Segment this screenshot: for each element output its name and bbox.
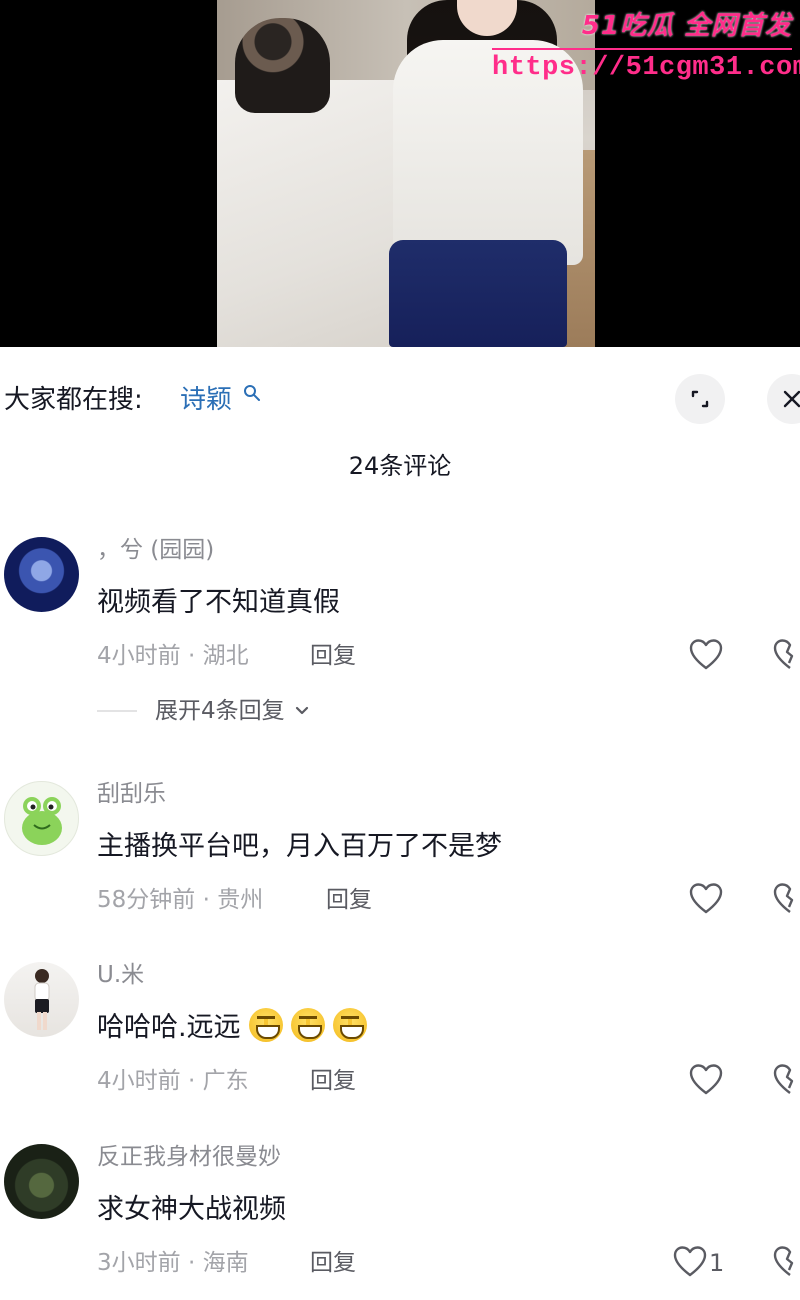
avatar[interactable] <box>4 537 79 612</box>
reply-button[interactable]: 回复 <box>310 1064 356 1098</box>
avatar[interactable] <box>4 1144 79 1219</box>
comment-text: 视频看了不知道真假 <box>97 587 340 618</box>
broken-heart-icon[interactable] <box>772 1244 800 1280</box>
search-suggestion-link[interactable]: 诗颖 <box>180 382 232 418</box>
comment-item: ，兮 (园园) 视频看了不知道真假 4小时前 · 湖北 回复 <box>0 537 800 687</box>
avatar[interactable] <box>4 781 79 856</box>
watermark: 51吃瓜 全网首发 https://51cgm31.com <box>492 4 800 94</box>
video-player[interactable]: 51吃瓜 全网首发 https://51cgm31.com <box>0 0 800 347</box>
broken-heart-icon[interactable] <box>772 881 800 917</box>
search-icon[interactable] <box>243 384 261 402</box>
reply-button[interactable]: 回复 <box>310 1246 356 1280</box>
watermark-brand: 51吃瓜 全网首发 <box>581 11 792 41</box>
grinning-face-emoji <box>332 1008 367 1042</box>
expand-replies-button[interactable]: 展开4条回复 <box>97 693 311 729</box>
person-avatar-image <box>34 969 50 1030</box>
video-scene-person-shorts <box>389 240 567 347</box>
comment-count-title: 24条评论 <box>348 452 452 480</box>
watermark-divider <box>492 48 792 50</box>
heart-icon[interactable] <box>688 881 724 917</box>
close-button[interactable] <box>767 374 800 424</box>
reply-button[interactable]: 回复 <box>310 639 356 673</box>
watermark-url: https://51cgm31.com <box>492 53 800 83</box>
comment-text: 哈哈哈.远远 <box>97 1008 367 1048</box>
comment-meta: 58分钟前 · 贵州 <box>97 887 264 913</box>
reply-button[interactable]: 回复 <box>326 883 372 917</box>
expand-replies-label: 展开4条回复 <box>155 698 285 724</box>
expand-icon <box>691 390 709 408</box>
comment-username[interactable]: ，兮 (园园) <box>97 533 214 567</box>
expand-button[interactable] <box>675 374 725 424</box>
avatar[interactable] <box>4 962 79 1037</box>
comment-text: 主播换平台吧，月入百万了不是梦 <box>97 831 502 862</box>
frog-avatar-image <box>22 797 62 845</box>
video-scene-person <box>235 18 330 113</box>
comment-meta: 4小时前 · 广东 <box>97 1068 249 1094</box>
search-suggestion-prefix: 大家都在搜: <box>4 385 143 415</box>
search-suggestion-bar: 大家都在搜: 诗颖 <box>0 370 800 430</box>
comment-username[interactable]: 刮刮乐 <box>97 777 166 811</box>
grinning-face-emoji <box>248 1008 283 1042</box>
comment-meta: 4小时前 · 湖北 <box>97 643 249 669</box>
close-icon <box>783 390 800 408</box>
comment-text: 求女神大战视频 <box>97 1194 286 1225</box>
expand-divider <box>97 710 137 712</box>
comment-username[interactable]: 反正我身材很曼妙 <box>97 1140 281 1174</box>
heart-icon[interactable] <box>688 637 724 673</box>
like-count: 1 <box>709 1249 725 1277</box>
broken-heart-icon[interactable] <box>772 1062 800 1098</box>
comment-item: 刮刮乐 主播换平台吧，月入百万了不是梦 58分钟前 · 贵州 回复 <box>0 781 800 931</box>
comment-item: U.米 哈哈哈.远远 4小时前 · 广东 回复 <box>0 962 800 1112</box>
comment-meta: 3小时前 · 海南 <box>97 1250 249 1276</box>
broken-heart-icon[interactable] <box>772 637 800 673</box>
chevron-down-icon <box>295 706 308 715</box>
grinning-face-emoji <box>290 1008 325 1042</box>
heart-icon[interactable] <box>688 1062 724 1098</box>
comment-username[interactable]: U.米 <box>97 958 144 992</box>
comment-item: 反正我身材很曼妙 求女神大战视频 3小时前 · 海南 回复 1 <box>0 1144 800 1294</box>
comment-text-content: 哈哈哈.远远 <box>97 1012 241 1043</box>
heart-icon[interactable] <box>672 1244 708 1280</box>
